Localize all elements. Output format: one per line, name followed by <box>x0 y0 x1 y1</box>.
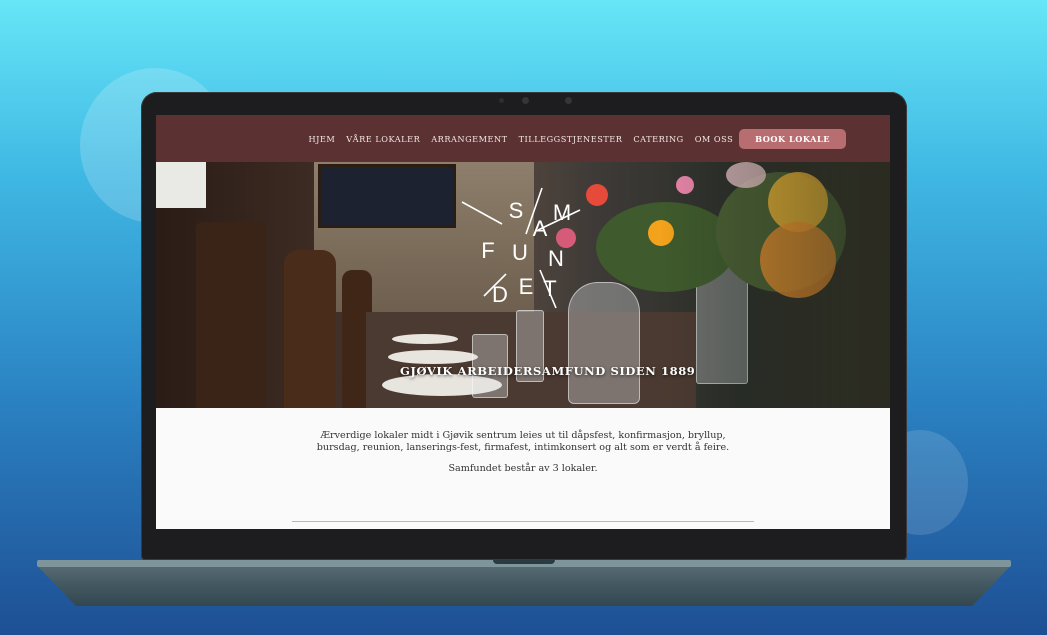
hero-plate <box>392 334 458 344</box>
webcam-light-icon <box>565 97 572 104</box>
webcam-sensor-icon <box>499 98 504 103</box>
site-header: HJEM VÅRE LOKALER ARRANGEMENT TILLEGGSTJ… <box>156 115 890 162</box>
nav-link-about[interactable]: OM OSS <box>695 134 733 144</box>
intro-section: Ærverdige lokaler midt i Gjøvik sentrum … <box>156 408 890 529</box>
svg-text:S: S <box>509 198 524 223</box>
hero-window <box>156 162 206 208</box>
hero-chair <box>284 250 336 408</box>
nav-link-services[interactable]: TILLEGGSTJENESTER <box>519 134 623 144</box>
svg-text:A: A <box>533 216 548 241</box>
hero-chair <box>196 222 266 408</box>
nav-link-venues[interactable]: VÅRE LOKALER <box>346 134 420 144</box>
hero-painting <box>318 164 456 228</box>
intro-line: Ærverdige lokaler midt i Gjøvik sentrum … <box>320 430 726 441</box>
intro-line: bursdag, reunion, lanserings-fest, firma… <box>316 442 730 453</box>
nav-link-home[interactable]: HJEM <box>308 134 335 144</box>
venue-count-text: Samfundet består av 3 lokaler. <box>448 463 598 474</box>
svg-text:T: T <box>543 276 556 301</box>
website-viewport: HJEM VÅRE LOKALER ARRANGEMENT TILLEGGSTJ… <box>156 115 890 529</box>
svg-text:M: M <box>553 200 571 225</box>
hero-banner-image: S A M F U N D E T GJØVIK ARBEIDERSAMFUND… <box>156 162 890 408</box>
section-divider <box>292 521 754 522</box>
book-venue-button[interactable]: BOOK LOKALE <box>739 129 846 149</box>
svg-text:E: E <box>519 274 534 299</box>
hero-tagline: GJØVIK ARBEIDERSAMFUND SIDEN 1889 <box>400 364 696 378</box>
nav-link-events[interactable]: ARRANGEMENT <box>431 134 507 144</box>
svg-text:D: D <box>492 282 508 307</box>
samfundet-logo: S A M F U N D E T <box>461 187 581 309</box>
main-navigation: HJEM VÅRE LOKALER ARRANGEMENT TILLEGGSTJ… <box>297 129 846 149</box>
intro-text: Ærverdige lokaler midt i Gjøvik sentrum … <box>296 430 750 454</box>
webcam-icon <box>522 97 529 104</box>
hero-plate <box>388 350 478 364</box>
svg-text:U: U <box>512 240 528 265</box>
svg-text:F: F <box>481 238 494 263</box>
nav-link-catering[interactable]: CATERING <box>633 134 683 144</box>
laptop-hinge-notch <box>493 560 555 564</box>
svg-text:N: N <box>548 246 564 271</box>
